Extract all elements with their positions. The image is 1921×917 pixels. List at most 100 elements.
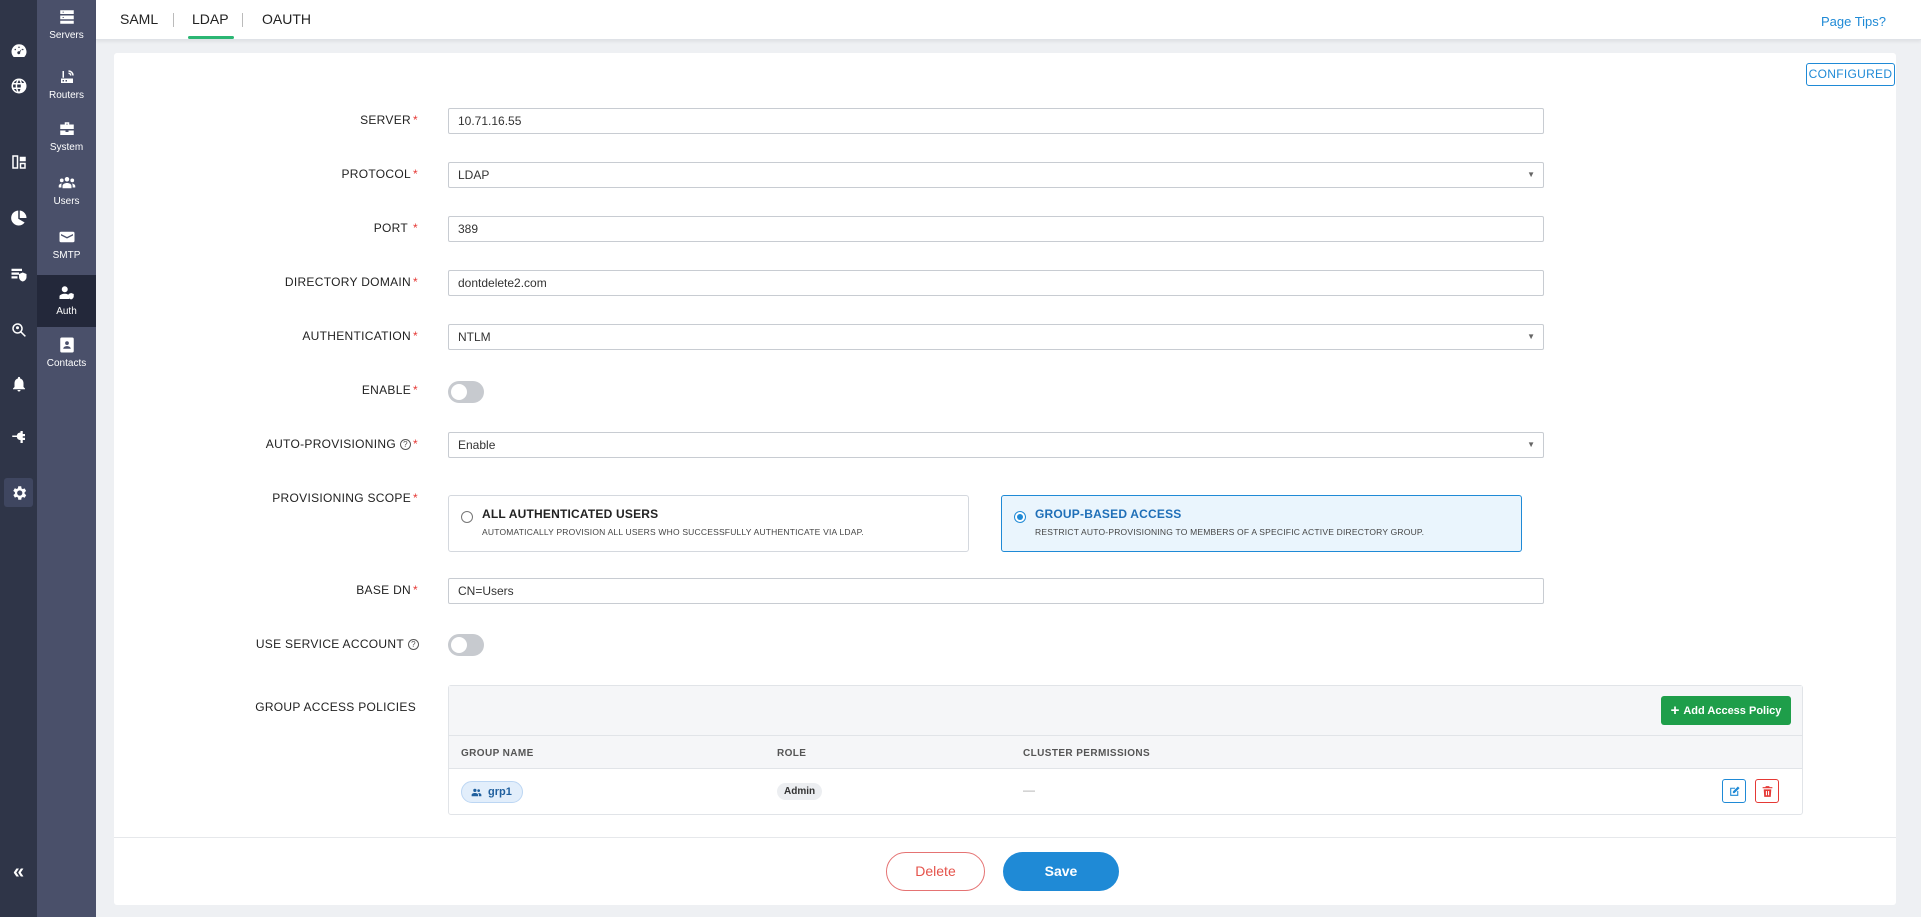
- add-access-policy-label: Add Access Policy: [1683, 704, 1782, 717]
- subnav-item-label: System: [49, 142, 84, 153]
- base-dn-input[interactable]: CN=Users: [448, 578, 1544, 604]
- required-mark: *: [413, 113, 418, 127]
- delete-button[interactable]: Delete: [886, 852, 985, 891]
- dropdown-arrow-icon: ▼: [1527, 440, 1535, 449]
- scope-option-all-users[interactable]: ALL AUTHENTICATED USERS AUTOMATICALLY PR…: [448, 495, 969, 552]
- subnav-item-contacts[interactable]: Contacts: [37, 336, 96, 372]
- active-tab-indicator: [188, 36, 234, 39]
- authentication-label-text: AUTHENTICATION: [302, 329, 412, 343]
- port-label-text: PORT: [373, 221, 409, 235]
- subnav-item-label: Routers: [48, 90, 84, 101]
- auto-provisioning-selected-value: Enable: [458, 438, 496, 452]
- authentication-selected-value: NTLM: [458, 330, 491, 344]
- cluster-permissions-value: —: [1023, 783, 1035, 797]
- collapse-sidebar-button[interactable]: «: [8, 862, 29, 883]
- group-name: grp1: [488, 786, 512, 798]
- auto-provisioning-label: AUTO-PROVISIONING ? *: [266, 437, 418, 451]
- provisioning-scope-label-text: PROVISIONING SCOPE: [272, 491, 412, 505]
- group-chip: grp1: [461, 781, 523, 803]
- tab-separator: [242, 13, 243, 27]
- required-mark: *: [413, 437, 418, 451]
- delete-policy-button[interactable]: [1755, 779, 1779, 803]
- auth-icon: [59, 286, 74, 300]
- authentication-label: AUTHENTICATION *: [302, 329, 418, 343]
- table-row: grp1 Admin —: [449, 769, 1802, 815]
- subnav-item-system[interactable]: System: [37, 120, 96, 156]
- scope-option-title: ALL AUTHENTICATED USERS: [482, 507, 659, 521]
- required-mark: *: [413, 167, 418, 181]
- page-tips-link[interactable]: Page Tips?: [1821, 14, 1886, 29]
- directory-domain-label: DIRECTORY DOMAIN *: [285, 275, 418, 289]
- required-mark: *: [413, 491, 418, 505]
- auto-provisioning-select[interactable]: Enable ▼: [448, 432, 1544, 458]
- use-service-account-label: USE SERVICE ACCOUNT ?: [256, 637, 419, 651]
- tab-separator: [173, 13, 174, 27]
- directory-domain-label-text: DIRECTORY DOMAIN: [284, 275, 412, 289]
- required-mark: *: [413, 583, 418, 597]
- contacts-icon: [59, 337, 74, 353]
- help-icon[interactable]: ?: [400, 438, 412, 450]
- notification-icon[interactable]: [8, 373, 29, 394]
- dropdown-arrow-icon: ▼: [1527, 170, 1535, 179]
- port-input[interactable]: 389: [448, 216, 1544, 242]
- group-access-policies-table: + Add Access Policy GROUP NAME ROLE CLUS…: [448, 685, 1803, 815]
- smtp-icon: [59, 231, 74, 243]
- protocol-label-text: PROTOCOL: [341, 167, 412, 181]
- subnav-item-routers[interactable]: Routers: [37, 68, 96, 108]
- required-mark: *: [413, 329, 418, 343]
- policies-toolbar: + Add Access Policy: [449, 686, 1802, 736]
- required-mark: *: [413, 275, 418, 289]
- port-label: PORT *: [374, 221, 418, 235]
- subnav-item-label: Users: [53, 196, 80, 207]
- subnav-item-label: SMTP: [52, 250, 81, 261]
- subnav-item-users[interactable]: Users: [37, 174, 96, 210]
- status-badge: CONFIGURED: [1806, 63, 1895, 86]
- investigate-icon[interactable]: [8, 319, 29, 340]
- subnav-item-servers[interactable]: Servers: [37, 8, 96, 48]
- protocol-select[interactable]: LDAP ▼: [448, 162, 1544, 188]
- top-tab-bar: SAML LDAP OAUTH Page Tips?: [96, 0, 1921, 40]
- tab-saml[interactable]: SAML: [120, 11, 158, 27]
- scope-option-group-based[interactable]: GROUP-BASED ACCESS RESTRICT AUTO-PROVISI…: [1001, 495, 1522, 552]
- base-dn-label-text: BASE DN: [356, 583, 412, 597]
- subnav-item-label: Auth: [56, 306, 77, 317]
- scope-option-description: RESTRICT AUTO-PROVISIONING TO MEMBERS OF…: [1035, 527, 1425, 537]
- subnav-item-smtp[interactable]: SMTP: [37, 228, 96, 264]
- radio-group-based[interactable]: [1014, 511, 1026, 523]
- system-icon: [59, 122, 74, 135]
- routers-icon: [60, 70, 74, 83]
- dns-icon[interactable]: [8, 75, 29, 96]
- scope-option-description: AUTOMATICALLY PROVISION ALL USERS WHO SU…: [482, 527, 864, 537]
- subnav-item-label: Contacts: [46, 358, 87, 369]
- users-icon: [58, 177, 75, 189]
- provisioning-scope-label: PROVISIONING SCOPE *: [272, 491, 418, 505]
- integration-icon[interactable]: [8, 426, 29, 447]
- scope-option-title: GROUP-BASED ACCESS: [1035, 507, 1182, 521]
- radio-all-users[interactable]: [461, 511, 473, 523]
- base-dn-label: BASE DN *: [356, 583, 418, 597]
- dashboard-icon[interactable]: [8, 40, 29, 61]
- plus-icon: +: [1670, 702, 1680, 719]
- save-button[interactable]: Save: [1003, 852, 1119, 891]
- group-access-policies-label: GROUP ACCESS POLICIES: [255, 700, 416, 714]
- directory-domain-input[interactable]: dontdelete2.com: [448, 270, 1544, 296]
- tab-oauth[interactable]: OAUTH: [262, 11, 311, 27]
- edit-policy-button[interactable]: [1722, 779, 1746, 803]
- subnav-item-auth[interactable]: Auth: [37, 275, 96, 327]
- column-role: ROLE: [777, 748, 807, 759]
- policy-icon[interactable]: [8, 263, 29, 284]
- enable-toggle[interactable]: [448, 381, 484, 403]
- group-icon: [471, 788, 482, 796]
- settings-icon[interactable]: [4, 478, 33, 507]
- footer-divider: [114, 837, 1896, 838]
- authentication-select[interactable]: NTLM ▼: [448, 324, 1544, 350]
- analytics-icon[interactable]: [8, 207, 29, 228]
- server-label: SERVER *: [360, 113, 418, 127]
- tab-ldap[interactable]: LDAP: [192, 11, 229, 27]
- add-access-policy-button[interactable]: + Add Access Policy: [1661, 696, 1791, 725]
- edit-icon: [1729, 785, 1740, 796]
- server-input[interactable]: 10.71.16.55: [448, 108, 1544, 134]
- help-icon[interactable]: ?: [408, 638, 419, 650]
- use-service-account-toggle[interactable]: [448, 634, 484, 656]
- reports-icon[interactable]: [8, 151, 29, 172]
